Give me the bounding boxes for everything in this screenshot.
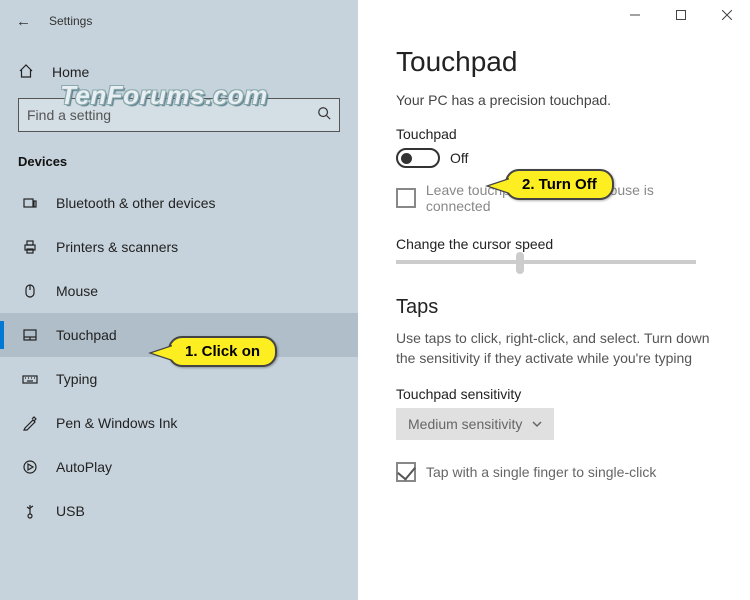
search-box[interactable] [18,98,340,132]
autoplay-icon [22,459,38,475]
toggle-knob [401,153,412,164]
cursor-speed-slider[interactable] [396,260,696,264]
touchpad-toggle[interactable] [396,148,440,168]
usb-icon [22,503,38,519]
main-pane: Touchpad Your PC has a precision touchpa… [358,0,750,600]
pen-icon [22,415,38,431]
printer-icon [22,239,38,255]
cursor-speed-label: Change the cursor speed [396,236,720,252]
chevron-down-icon [532,419,542,429]
maximize-button[interactable] [658,0,704,30]
checkbox-icon [396,188,416,208]
back-arrow-icon[interactable]: ← [16,13,31,30]
sidebar-item-label: Printers & scanners [56,239,178,255]
sensitivity-label: Touchpad sensitivity [396,386,720,402]
home-icon [18,63,34,82]
sensitivity-value: Medium sensitivity [408,416,522,432]
sidebar-item-label: USB [56,503,85,519]
sidebar-item-printers[interactable]: Printers & scanners [0,225,358,269]
sidebar-item-label: Typing [56,371,97,387]
sidebar: ← Settings Home Devices Bluetooth & othe… [0,0,358,600]
sidebar-item-bluetooth[interactable]: Bluetooth & other devices [0,181,358,225]
sidebar-item-mouse[interactable]: Mouse [0,269,358,313]
sidebar-item-home[interactable]: Home [18,52,340,92]
slider-thumb[interactable] [516,252,524,274]
sidebar-item-autoplay[interactable]: AutoPlay [0,445,358,489]
sidebar-item-label: Touchpad [56,327,117,343]
page-title: Touchpad [396,46,720,78]
window-title: Settings [49,14,92,28]
settings-window: ← Settings Home Devices Bluetooth & othe… [0,0,750,600]
sidebar-item-label: AutoPlay [56,459,112,475]
titlebar-left: ← Settings [0,0,358,42]
sensitivity-dropdown[interactable]: Medium sensitivity [396,408,554,440]
single-tap-label: Tap with a single finger to single-click [426,464,656,480]
search-input[interactable] [27,107,317,123]
single-tap-checkbox[interactable] [396,462,416,482]
mouse-icon [22,283,38,299]
sidebar-item-pen[interactable]: Pen & Windows Ink [0,401,358,445]
taps-description: Use taps to click, right-click, and sele… [396,329,720,368]
sidebar-section-header: Devices [0,132,358,177]
annotation-callout-2: 2. Turn Off [505,169,614,200]
taps-title: Taps [396,296,720,319]
minimize-button[interactable] [612,0,658,30]
toggle-label: Touchpad [396,126,720,142]
close-button[interactable] [704,0,750,30]
window-controls [358,0,750,42]
keyboard-icon [22,371,38,387]
toggle-state-text: Off [450,150,468,166]
sidebar-item-label: Mouse [56,283,98,299]
home-label: Home [52,64,89,80]
annotation-callout-1: 1. Click on [168,336,277,367]
search-icon [317,106,331,125]
touchpad-icon [22,327,38,343]
page-description: Your PC has a precision touchpad. [396,92,720,108]
sidebar-item-label: Pen & Windows Ink [56,415,177,431]
sidebar-item-label: Bluetooth & other devices [56,195,216,211]
sidebar-item-usb[interactable]: USB [0,489,358,533]
devices-icon [22,195,38,211]
